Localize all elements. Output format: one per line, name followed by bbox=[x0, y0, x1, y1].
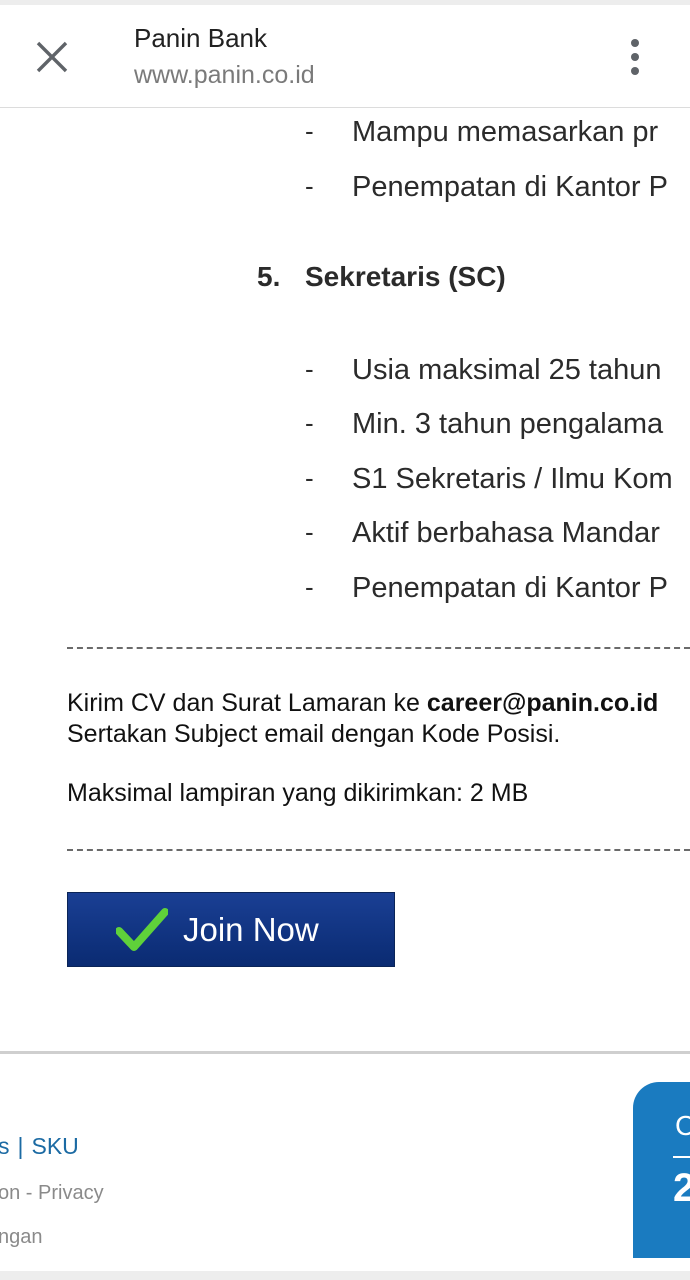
list-item: - Usia maksimal 25 tahun bbox=[305, 354, 662, 386]
list-item: - Min. 3 tahun pengalama bbox=[305, 408, 664, 440]
list-item: - Mampu memasarkan pr bbox=[305, 116, 659, 148]
overflow-menu-button[interactable] bbox=[610, 29, 660, 89]
section-heading: 5. Sekretaris (SC) bbox=[257, 261, 506, 292]
close-icon bbox=[35, 40, 69, 79]
floating-contact-card[interactable]: C 2 bbox=[633, 1082, 690, 1258]
footer-divider bbox=[0, 1051, 690, 1054]
footer-privacy-text[interactable]: on - Privacy bbox=[0, 1182, 104, 1205]
more-vert-icon bbox=[630, 38, 640, 81]
dashed-divider bbox=[67, 849, 690, 851]
custom-tab-toolbar: Panin Bank www.panin.co.id bbox=[0, 5, 690, 108]
attachment-note: Maksimal lampiran yang dikirimkan: 2 MB bbox=[67, 779, 529, 807]
footer-links: s | SKU bbox=[0, 1133, 79, 1159]
send-cv-text: Kirim CV dan Surat Lamaran ke career@pan… bbox=[67, 689, 659, 717]
footer-link-partial[interactable]: s bbox=[0, 1133, 10, 1159]
checkmark-icon bbox=[115, 907, 169, 956]
join-now-label: Join Now bbox=[183, 911, 319, 948]
footer-text: ngan bbox=[0, 1226, 43, 1248]
job-requirements-image: - Mampu memasarkan pr - Penempatan di Ka… bbox=[0, 108, 690, 618]
close-tab-button[interactable] bbox=[22, 29, 82, 89]
list-item: - Penempatan di Kantor P bbox=[305, 572, 668, 604]
footer-link-sku[interactable]: SKU bbox=[31, 1133, 78, 1159]
page-title: Panin Bank bbox=[134, 23, 267, 53]
join-now-button[interactable]: Join Now bbox=[67, 892, 395, 967]
browser-page: Panin Bank www.panin.co.id - Mampu memas… bbox=[0, 5, 690, 1271]
list-item: - Penempatan di Kantor P bbox=[305, 171, 668, 203]
dashed-divider bbox=[67, 647, 690, 649]
career-email-link[interactable]: career@panin.co.id bbox=[427, 689, 658, 717]
subject-note: Sertakan Subject email dengan Kode Posis… bbox=[67, 720, 561, 748]
list-item: - S1 Sekretaris / Ilmu Kom bbox=[305, 463, 673, 495]
page-url: www.panin.co.id bbox=[134, 61, 315, 89]
list-item: - Aktif berbahasa Mandar bbox=[305, 517, 660, 549]
